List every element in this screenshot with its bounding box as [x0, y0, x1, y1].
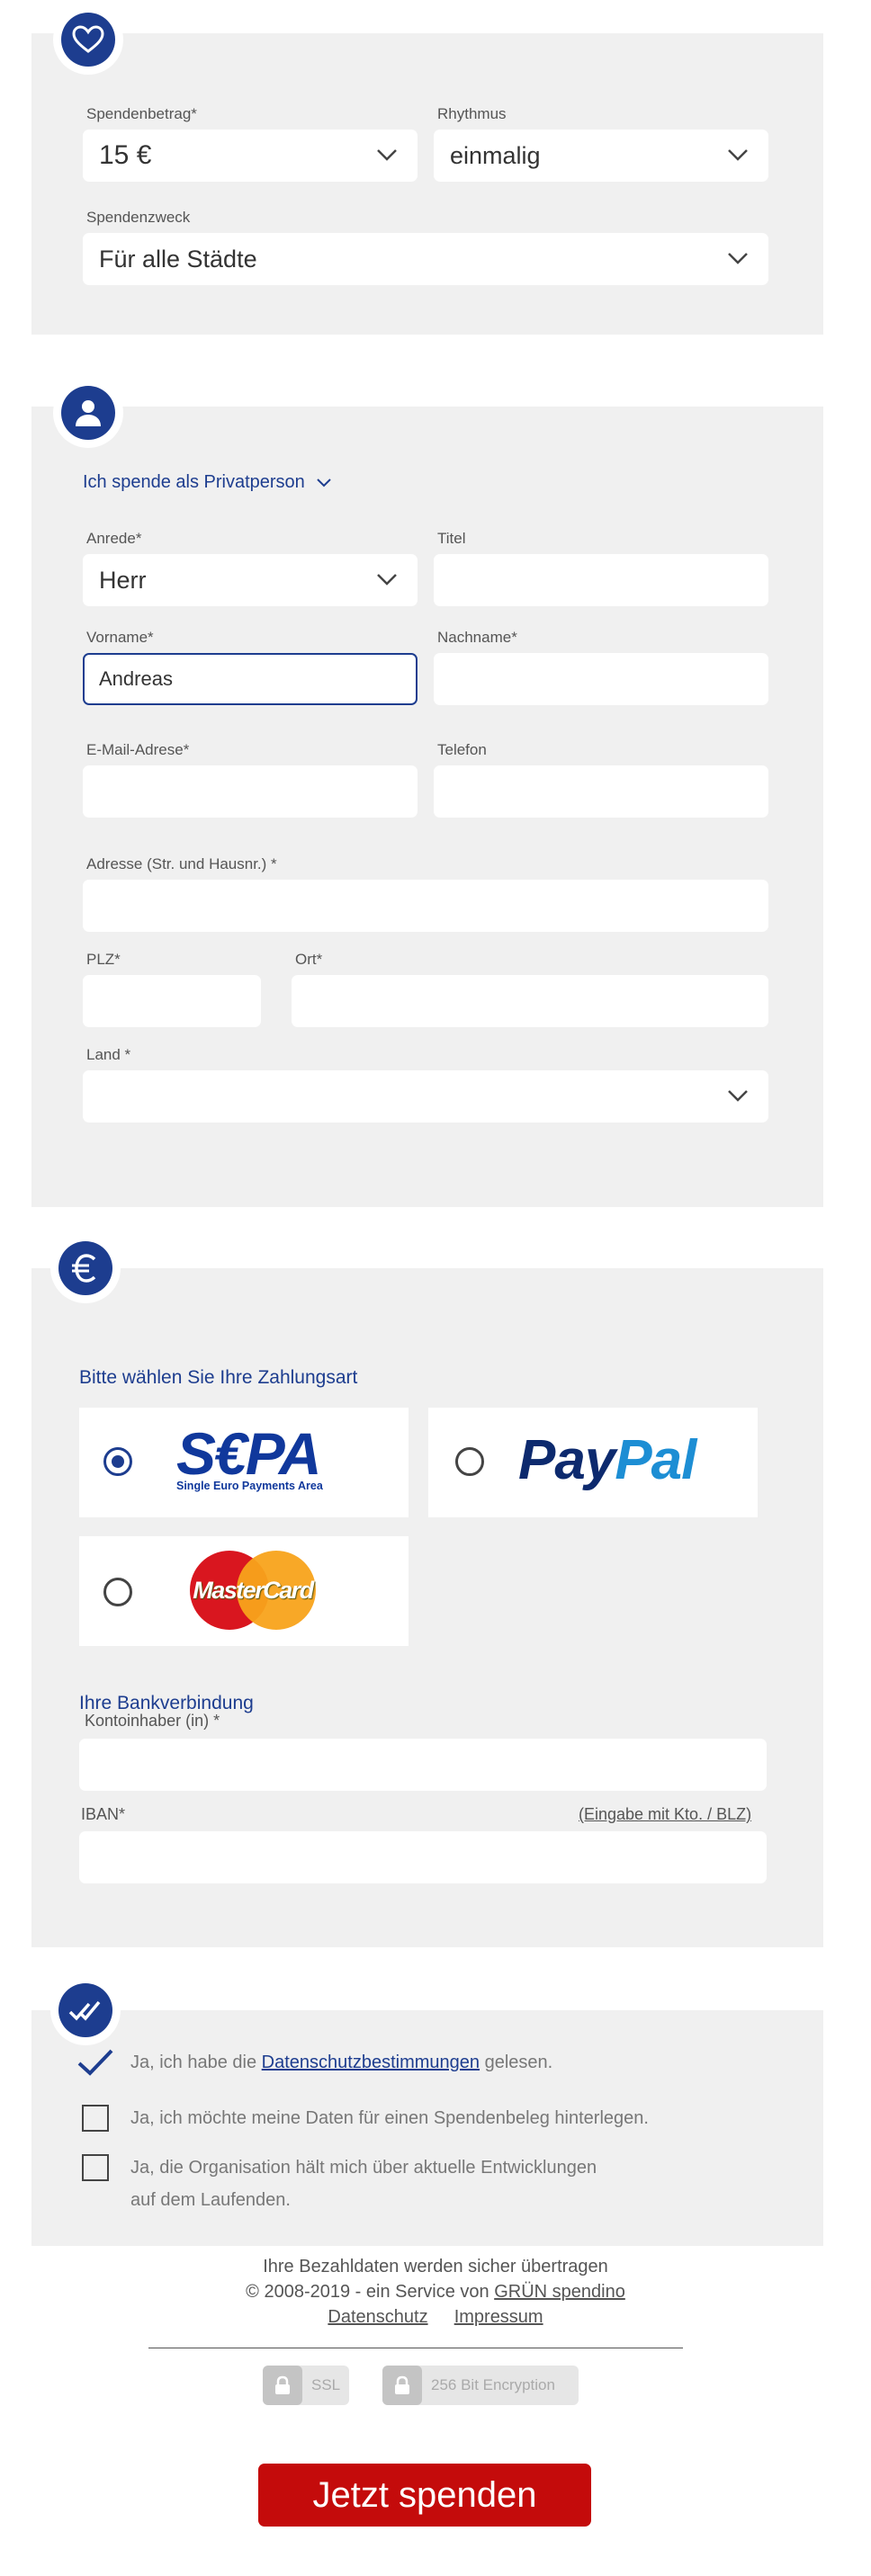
rhythm-label: Rhythmus: [437, 105, 507, 122]
double-check-icon: [68, 2000, 101, 2021]
country-label: Land *: [86, 1046, 131, 1063]
address-label: Adresse (Str. und Hausnr.) *: [86, 855, 277, 872]
paypal-logo-pal: Pal: [615, 1429, 696, 1491]
lastname-label: Nachname*: [437, 629, 517, 646]
purpose-value: Für alle Städte: [99, 246, 257, 273]
amount-select[interactable]: 15 €: [83, 130, 418, 182]
chevron-down-icon: [728, 149, 748, 161]
rhythm-select[interactable]: einmalig: [434, 130, 768, 182]
updates-checkbox[interactable]: [82, 2154, 109, 2181]
salutation-value: Herr: [99, 567, 147, 594]
amount-label: Spendenbetrag*: [86, 105, 197, 122]
privacy-policy-link[interactable]: Datenschutzbestimmungen: [262, 2053, 480, 2072]
imprint-footer-link[interactable]: Impressum: [454, 2307, 543, 2327]
payment-section: Bitte wählen Sie Ihre Zahlungsart S€PA S…: [31, 1268, 823, 1947]
sepa-logo: S€PA Single Euro Payments Area: [176, 1420, 356, 1492]
payment-option-mastercard[interactable]: MasterCard: [79, 1536, 409, 1646]
iban-label: IBAN*: [81, 1805, 126, 1823]
footer-links: Datenschutz Impressum: [0, 2307, 871, 2328]
paypal-logo-pay: Pay: [518, 1429, 615, 1491]
country-select[interactable]: [83, 1070, 768, 1123]
payment-option-paypal[interactable]: PayPal: [428, 1408, 758, 1517]
zip-label: PLZ*: [86, 951, 121, 968]
updates-consent-line1: Ja, die Organisation hält mich über aktu…: [130, 2158, 597, 2178]
mastercard-logo: MasterCard: [190, 1551, 316, 1630]
holder-input[interactable]: [79, 1739, 767, 1791]
euro-icon: [72, 1254, 96, 1283]
salutation-select[interactable]: Herr: [83, 554, 418, 606]
donor-type-label: Ich spende als Privatperson: [83, 472, 305, 492]
salutation-label: Anrede*: [86, 530, 142, 547]
rhythm-value: einmalig: [450, 142, 541, 169]
firstname-input[interactable]: Andreas: [83, 653, 418, 705]
receipt-checkbox[interactable]: [82, 2105, 109, 2132]
city-input[interactable]: [292, 975, 768, 1027]
donation-amount-section: Spendenbetrag* 15 € Rhythmus einmalig Sp…: [31, 33, 823, 335]
mastercard-logo-text: MasterCard: [193, 1577, 314, 1604]
firstname-value: Andreas: [99, 667, 173, 690]
payment-badge: [50, 1233, 121, 1303]
sepa-radio[interactable]: [103, 1447, 132, 1476]
spendino-link[interactable]: GRÜN spendino: [494, 2282, 625, 2302]
lock-icon: [395, 2375, 409, 2394]
user-icon: [76, 400, 101, 426]
consent-section: Ja, ich habe die Datenschutzbestimmungen…: [31, 2010, 823, 2246]
phone-input[interactable]: [434, 765, 768, 818]
chevron-down-icon: [317, 478, 331, 487]
receipt-consent-text: Ja, ich möchte meine Daten für einen Spe…: [130, 2108, 649, 2128]
email-input[interactable]: [83, 765, 418, 818]
updates-consent-line2: auf dem Laufenden.: [130, 2190, 291, 2210]
chevron-down-icon: [728, 1090, 748, 1102]
payment-option-sepa[interactable]: S€PA Single Euro Payments Area: [79, 1408, 409, 1517]
chevron-down-icon: [377, 149, 397, 161]
copyright-text: © 2008-2019 - ein Service von: [246, 2282, 489, 2302]
sepa-logo-text: S€PA: [176, 1420, 322, 1487]
purpose-select[interactable]: Für alle Städte: [83, 233, 768, 285]
privacy-consent-pre: Ja, ich habe die: [130, 2053, 257, 2072]
encryption-badge: 256 Bit Encryption: [382, 2366, 579, 2405]
address-input[interactable]: [83, 880, 768, 932]
iban-alt-link[interactable]: (Eingabe mit Kto. / BLZ): [579, 1805, 751, 1824]
title-label: Titel: [437, 530, 466, 547]
amount-value: 15 €: [99, 140, 152, 170]
zip-input[interactable]: [83, 975, 261, 1027]
payment-heading: Bitte wählen Sie Ihre Zahlungsart: [79, 1367, 358, 1388]
encryption-badge-text: 256 Bit Encryption: [431, 2376, 555, 2393]
privacy-footer-link[interactable]: Datenschutz: [328, 2307, 427, 2327]
lastname-input[interactable]: [434, 653, 768, 705]
phone-label: Telefon: [437, 741, 487, 758]
secure-transfer-note: Ihre Bezahldaten werden sicher übertrage…: [263, 2257, 608, 2276]
privacy-consent-post: gelesen.: [484, 2053, 553, 2072]
heart-icon: [72, 25, 104, 53]
ssl-badge: SSL: [263, 2366, 349, 2405]
paypal-radio[interactable]: [455, 1447, 484, 1476]
privacy-consent-text: Ja, ich habe die Datenschutzbestimmungen…: [130, 2046, 552, 2079]
purpose-label: Spendenzweck: [86, 209, 191, 226]
holder-label: Kontoinhaber (in) *: [85, 1712, 220, 1730]
checkmark-icon[interactable]: [76, 2047, 114, 2078]
sepa-logo-subtext: Single Euro Payments Area: [176, 1480, 323, 1492]
mastercard-radio[interactable]: [103, 1578, 132, 1606]
donate-button[interactable]: Jetzt spenden: [258, 2464, 591, 2527]
consent-badge: [50, 1975, 121, 2045]
amount-badge: [53, 4, 123, 75]
chevron-down-icon: [377, 574, 397, 586]
title-input[interactable]: [434, 554, 768, 606]
personal-data-section: Ich spende als Privatperson Anrede* Herr…: [31, 407, 823, 1207]
firstname-label: Vorname*: [86, 629, 154, 646]
paypal-logo: PayPal: [518, 1432, 696, 1489]
ssl-badge-text: SSL: [311, 2376, 341, 2393]
donor-type-toggle[interactable]: Ich spende als Privatperson: [83, 472, 332, 493]
city-label: Ort*: [295, 951, 323, 968]
person-badge: [53, 378, 123, 448]
chevron-down-icon: [728, 253, 748, 264]
copyright-line: © 2008-2019 - ein Service von GRÜN spend…: [0, 2282, 871, 2303]
email-label: E-Mail-Adrese*: [86, 741, 190, 758]
lock-icon: [275, 2375, 290, 2394]
iban-input[interactable]: [79, 1831, 767, 1883]
